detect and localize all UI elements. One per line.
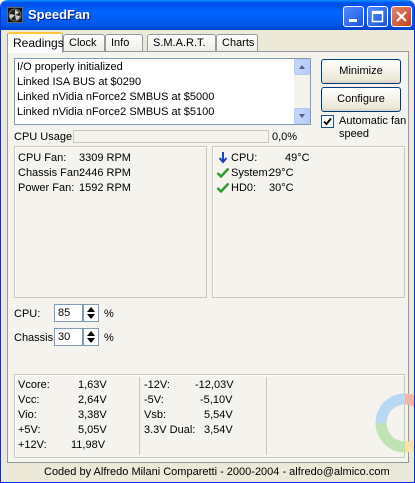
- voltage-value: 3,38V: [78, 409, 107, 421]
- tab-charts[interactable]: Charts: [216, 34, 258, 52]
- log-line: I/O properly initialized: [17, 61, 123, 73]
- automatic-fan-speed-checkbox[interactable]: [321, 115, 334, 128]
- tab-clock[interactable]: Clock: [63, 34, 105, 52]
- voltage-label: Vio:: [18, 409, 37, 421]
- window-title: SpeedFan: [28, 7, 91, 22]
- cpu-speed-input[interactable]: 85: [54, 304, 83, 322]
- cpu-speed-spinner[interactable]: [83, 304, 99, 322]
- temp-label: HD0:: [231, 182, 257, 194]
- tab-info[interactable]: Info: [105, 34, 143, 52]
- voltage-value: 5,05V: [78, 424, 107, 436]
- voltage-value: 3,54V: [204, 424, 233, 436]
- log-line: Linked nVidia nForce2 SMBUS at $5100: [17, 106, 215, 118]
- fan-value: 2446 RPM: [79, 167, 131, 179]
- cpu-usage-label: CPU Usage: [14, 131, 73, 143]
- chassis-speed-unit: %: [104, 332, 114, 344]
- fans-box: CPU Fan: 3309 RPM Chassis Fan: 2446 RPM …: [14, 146, 207, 298]
- voltage-value: 5,54V: [204, 409, 233, 421]
- voltage-label: -5V:: [144, 394, 164, 406]
- voltage-label: +5V:: [18, 424, 41, 436]
- watermark-logo-icon: [375, 393, 414, 453]
- fan-app-icon: [7, 7, 23, 23]
- column-divider: [139, 377, 140, 455]
- voltages-box: Vcore: 1,63V Vcc: 2,64V Vio: 3,38V +5V: …: [14, 374, 405, 458]
- temperatures-box: CPU: 49°C System: 29°C HD0: 30°C: [212, 146, 405, 298]
- status-text: Coded by Alfredo Milani Comparetti - 200…: [44, 466, 390, 478]
- temp-value: 49°C: [285, 152, 310, 164]
- chassis-speed-label: Chassis:: [14, 332, 57, 344]
- close-window-button[interactable]: [391, 6, 412, 27]
- chassis-speed-input[interactable]: 30: [54, 328, 83, 346]
- minimize-button[interactable]: Minimize: [321, 59, 401, 84]
- temp-label: System:: [231, 167, 271, 179]
- fan-label: Power Fan:: [18, 182, 75, 194]
- fan-label: Chassis Fan:: [18, 167, 83, 179]
- voltage-value: 2,64V: [78, 394, 107, 406]
- voltage-label: +12V:: [18, 439, 47, 451]
- voltage-value: 11,98V: [71, 439, 106, 451]
- log-line: Linked ISA BUS at $0290: [17, 76, 142, 88]
- maximize-window-button[interactable]: [367, 6, 388, 27]
- voltage-value: -12,03V: [195, 379, 234, 391]
- fan-label: CPU Fan:: [18, 152, 67, 164]
- cpu-speed-label: CPU:: [14, 308, 41, 320]
- log-scrollbar[interactable]: [294, 59, 310, 124]
- chassis-speed-spinner[interactable]: [83, 328, 99, 346]
- automatic-fan-speed-label: Automatic fan speed: [339, 115, 407, 140]
- tab-smart[interactable]: S.M.A.R.T.: [147, 34, 216, 52]
- voltage-label: 3.3V Dual:: [144, 424, 196, 436]
- temp-value: 30°C: [269, 182, 294, 194]
- scroll-down-arrow-icon[interactable]: [294, 108, 310, 124]
- readings-panel: I/O properly initialized Linked ISA BUS …: [7, 51, 409, 463]
- fan-value: 1592 RPM: [79, 182, 131, 194]
- arrow-down-icon: [218, 152, 228, 164]
- checkmark-icon: [216, 182, 230, 194]
- minimize-window-button[interactable]: [343, 6, 364, 27]
- cpu-usage-value: 0,0%: [272, 131, 298, 143]
- voltage-label: Vsb:: [144, 409, 167, 421]
- cpu-speed-unit: %: [104, 308, 114, 320]
- fan-value: 3309 RPM: [79, 152, 131, 164]
- voltage-label: Vcore:: [18, 379, 50, 391]
- cpu-usage-bar: [73, 130, 269, 143]
- temp-label: CPU:: [231, 152, 258, 164]
- tab-readings[interactable]: Readings: [7, 32, 64, 53]
- column-divider: [266, 377, 267, 455]
- checkmark-icon: [216, 167, 230, 179]
- log-textbox[interactable]: I/O properly initialized Linked ISA BUS …: [14, 58, 311, 125]
- configure-button[interactable]: Configure: [321, 87, 401, 112]
- log-line: Linked nVidia nForce2 SMBUS at $5000: [17, 91, 215, 103]
- speedfan-window: SpeedFan Readings Clock Info S.M.A.R.T. …: [0, 0, 415, 483]
- scroll-up-arrow-icon[interactable]: [294, 59, 310, 75]
- title-bar[interactable]: SpeedFan: [1, 0, 414, 30]
- voltage-label: -12V:: [144, 379, 170, 391]
- voltage-value: 1,63V: [78, 379, 107, 391]
- voltage-value: -5,10V: [200, 394, 233, 406]
- voltage-label: Vcc:: [18, 394, 40, 406]
- status-bar: Coded by Alfredo Milani Comparetti - 200…: [7, 465, 409, 480]
- temp-value: 29°C: [269, 167, 294, 179]
